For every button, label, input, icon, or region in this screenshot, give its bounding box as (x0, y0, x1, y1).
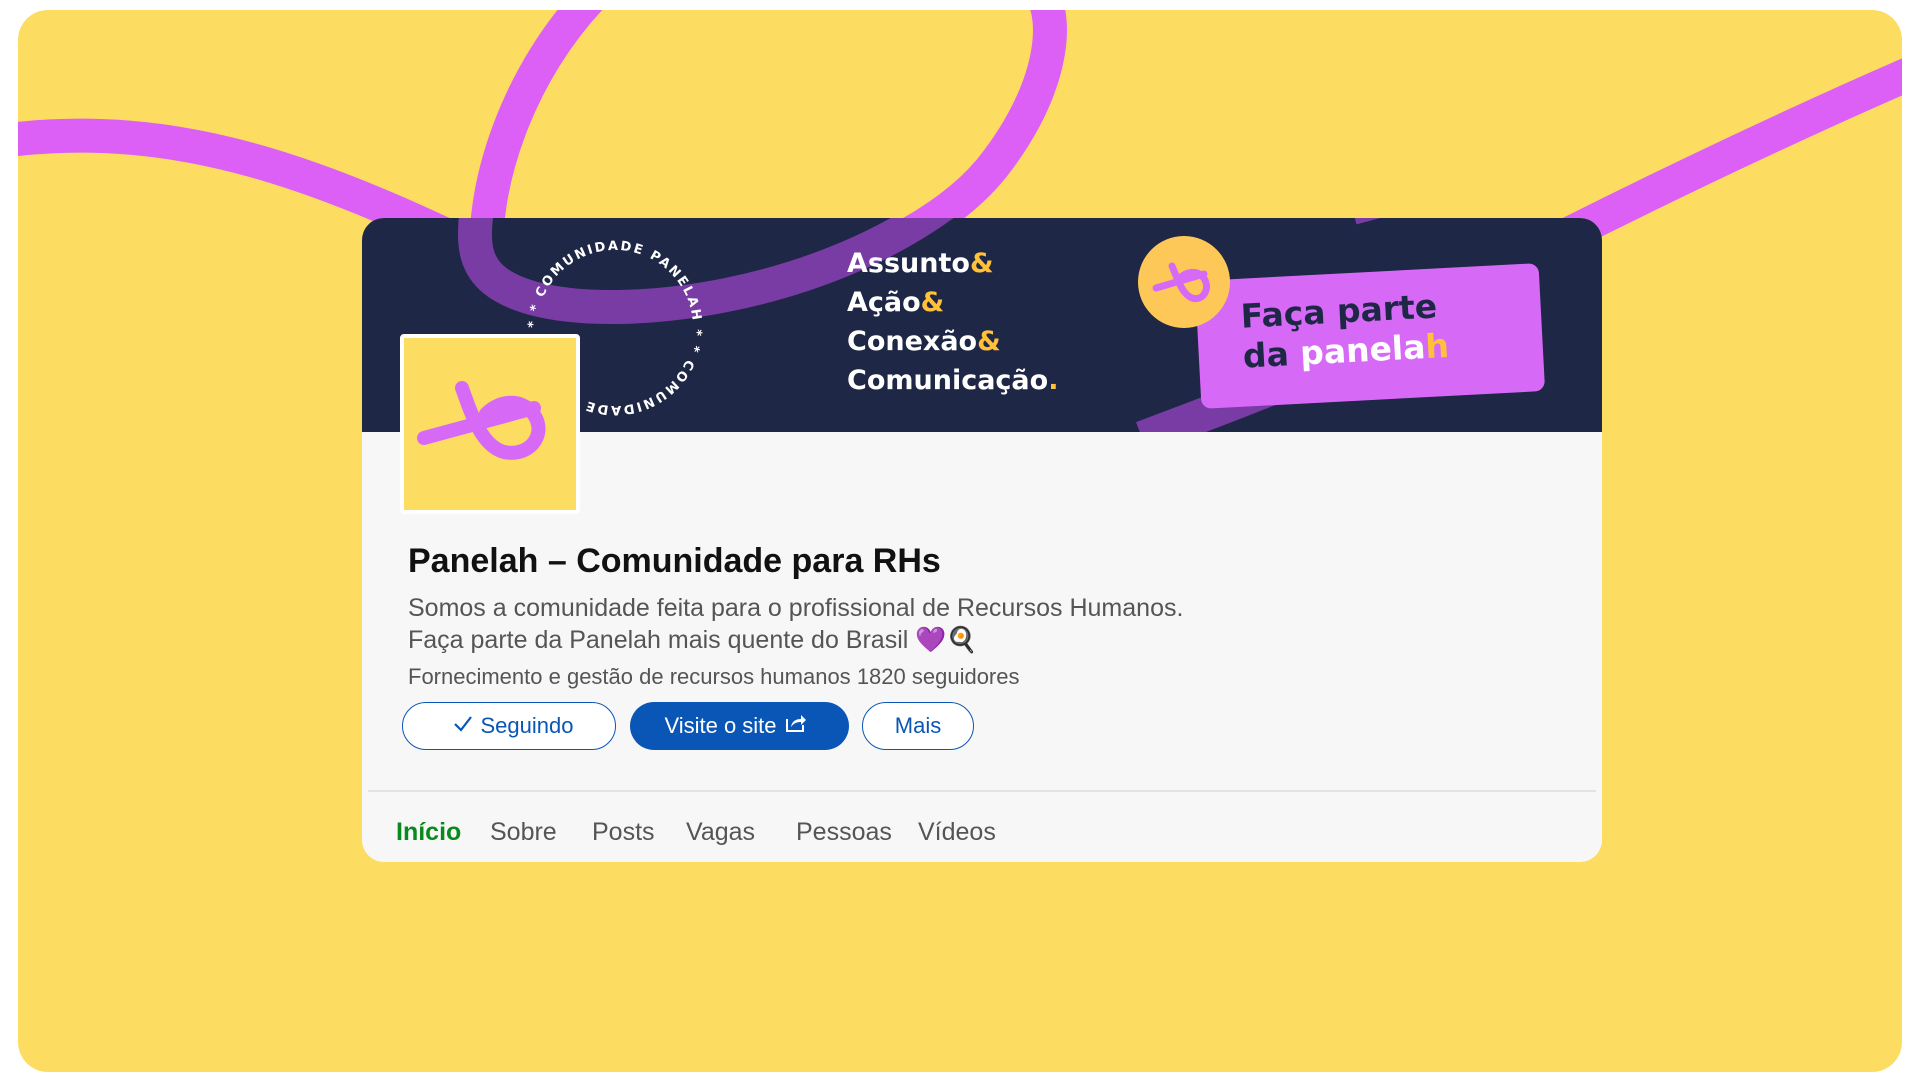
panelah-logo-icon (417, 381, 546, 460)
company-page-card: * * COMUNIDADE PANELAH * * COMUNIDADE PA… (362, 218, 1602, 862)
company-meta: Fornecimento e gestão de recursos humano… (408, 664, 1020, 690)
tab-inicio[interactable]: Início (396, 818, 461, 847)
tab-sobre[interactable]: Sobre (490, 818, 557, 847)
company-name: Panelah – Comunidade para RHs (408, 542, 941, 580)
following-button[interactable]: Seguindo (402, 702, 616, 750)
join-badge: Faça parte da panelah (1194, 263, 1546, 409)
tab-pessoas[interactable]: Pessoas (796, 818, 892, 847)
more-button[interactable]: Mais (862, 702, 974, 750)
page-tabs: Início Sobre Posts Vagas Pessoas Vídeos (362, 806, 1602, 856)
tagline-line-3: Conexão& (847, 326, 1001, 357)
tab-vagas[interactable]: Vagas (686, 818, 755, 847)
tagline-line-2: Ação& (847, 287, 945, 318)
company-logo-avatar[interactable] (400, 334, 580, 514)
tagline: Assunto& Ação& Conexão& Comunicação. (847, 244, 1058, 400)
background-canvas: * * COMUNIDADE PANELAH * * COMUNIDADE PA… (18, 10, 1902, 1072)
panelah-logo-icon (1138, 236, 1230, 328)
followers-count[interactable]: 1820 seguidores (857, 664, 1020, 689)
company-description: Somos a comunidade feita para o profissi… (408, 592, 1183, 656)
external-link-icon (785, 713, 807, 739)
divider (368, 790, 1596, 792)
tagline-line-4: Comunicação. (847, 365, 1059, 396)
industry: Fornecimento e gestão de recursos humano… (408, 664, 851, 689)
description-line-1: Somos a comunidade feita para o profissi… (408, 594, 1184, 622)
more-label: Mais (894, 713, 942, 738)
checkmark-icon (453, 713, 473, 739)
visit-label: Visite o site (664, 713, 777, 738)
visit-website-button[interactable]: Visite o site (630, 702, 849, 750)
tagline-line-1: Assunto& (847, 248, 994, 279)
tab-videos[interactable]: Vídeos (918, 818, 996, 847)
tab-posts[interactable]: Posts (592, 818, 655, 847)
description-line-2: Faça parte da Panelah mais quente do Bra… (408, 626, 978, 654)
following-label: Seguindo (480, 713, 574, 738)
